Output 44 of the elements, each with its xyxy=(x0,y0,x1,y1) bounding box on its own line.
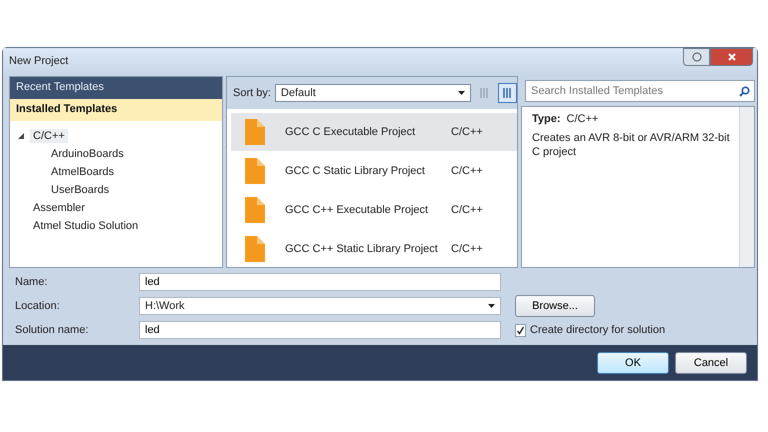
name-label: Name: xyxy=(15,276,48,288)
tree-item[interactable]: ArduinoBoards xyxy=(48,147,127,161)
window-title: New Project xyxy=(9,55,68,67)
sort-dropdown[interactable]: Default xyxy=(274,84,471,102)
location-label: Location: xyxy=(15,300,61,312)
tree-item[interactable]: Assembler xyxy=(30,201,88,215)
template-item[interactable]: GCC C++ Executable Project C/C++ xyxy=(231,191,517,229)
view-toggle-icon[interactable] xyxy=(498,83,517,103)
scrollbar[interactable] xyxy=(739,107,754,267)
location-dropdown[interactable]: H:\Work xyxy=(139,297,501,315)
solution-name-label: Solution name: xyxy=(15,324,90,336)
checkbox[interactable] xyxy=(515,324,526,336)
file-icon xyxy=(245,197,265,223)
dialog-button[interactable]: OK xyxy=(597,352,669,374)
caret-icon xyxy=(488,304,495,308)
sidebar-section[interactable]: Recent Templates xyxy=(10,77,222,99)
type-label: Type: xyxy=(532,113,561,125)
collapse-arrow-icon[interactable] xyxy=(18,133,24,139)
close-icon xyxy=(726,52,736,62)
file-icon xyxy=(245,236,265,262)
checkbox-label: Create directory for solution xyxy=(530,324,666,336)
tree-item[interactable]: AtmelBoards xyxy=(48,165,117,179)
template-item[interactable]: GCC C++ Static Library Project C/C++ xyxy=(231,230,517,267)
tree-item[interactable]: C/C++ xyxy=(30,129,68,143)
tree-item[interactable]: Atmel Studio Solution xyxy=(30,219,142,233)
file-icon xyxy=(245,158,265,184)
search-field[interactable]: Search Installed Templates xyxy=(525,80,755,102)
sort-label: Sort by: xyxy=(233,87,271,99)
help-icon xyxy=(692,52,702,62)
close-button[interactable] xyxy=(710,48,753,66)
description-text: Creates an AVR 8-bit or AVR/ARM 32-bit C project xyxy=(532,131,730,160)
sidebar-section[interactable]: Installed Templates xyxy=(10,99,222,121)
caret-icon xyxy=(458,91,465,95)
solution-name-field[interactable]: led xyxy=(139,321,501,339)
search-icon xyxy=(739,86,750,97)
name-field[interactable]: led xyxy=(139,273,501,291)
dialog-button[interactable]: Cancel xyxy=(675,352,747,374)
help-button[interactable] xyxy=(683,48,710,66)
file-icon xyxy=(245,119,265,145)
type-value: C/C++ xyxy=(566,113,598,125)
tree-item[interactable]: UserBoards xyxy=(48,183,112,197)
template-item[interactable]: GCC C Executable Project C/C++ xyxy=(231,113,517,151)
template-item[interactable]: GCC C Static Library Project C/C++ xyxy=(231,152,517,190)
browse-button[interactable]: Browse... xyxy=(515,295,595,317)
